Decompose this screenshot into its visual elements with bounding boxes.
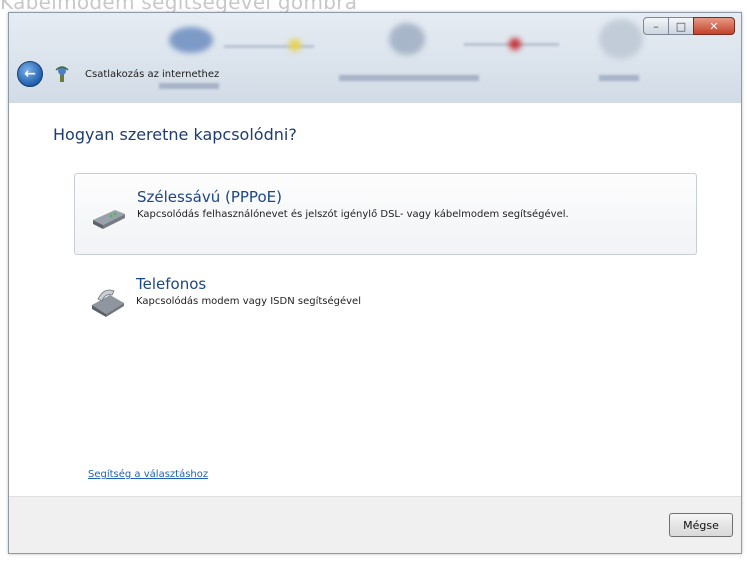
computer-graphic-icon	[169, 27, 213, 53]
footer-bar: Mégse	[9, 496, 741, 553]
window-title: Csatlakozás az internethez	[85, 68, 220, 80]
window-controls: – □ ✕	[643, 17, 735, 35]
page-heading: Hogyan szeretne kapcsolódni?	[53, 125, 297, 144]
help-choosing-link[interactable]: Segítség a választáshoz	[88, 469, 208, 480]
option-text: Telefonos Kapcsolódás modem vagy ISDN se…	[136, 275, 361, 343]
broadband-modem-icon	[89, 194, 129, 234]
option-description: Kapcsolódás modem vagy ISDN segítségével	[136, 296, 361, 307]
option-description: Kapcsolódás felhasználónevet és jelszót …	[137, 209, 569, 220]
title-bar: – □ ✕ ← Csatlakozás az internethez	[9, 13, 741, 103]
cancel-button[interactable]: Mégse	[669, 513, 733, 537]
network-wizard-icon	[53, 65, 71, 83]
maximize-button[interactable]: □	[668, 17, 694, 35]
option-title: Telefonos	[136, 275, 207, 293]
dialup-modem-icon	[88, 281, 128, 321]
connect-to-internet-window: – □ ✕ ← Csatlakozás az internethez Hogya…	[8, 12, 742, 554]
globe-graphic-icon	[599, 19, 643, 59]
minimize-button[interactable]: –	[643, 17, 669, 35]
back-arrow-icon: ←	[24, 66, 36, 82]
status-star-icon	[289, 39, 301, 51]
back-button[interactable]: ←	[17, 61, 43, 87]
wizard-content: Hogyan szeretne kapcsolódni? Szélessávú …	[9, 103, 741, 497]
option-text: Szélessávú (PPPoE) Kapcsolódás felhaszná…	[137, 188, 569, 254]
status-x-icon	[509, 38, 521, 50]
option-title: Szélessávú (PPPoE)	[137, 188, 282, 206]
nav-bar: ← Csatlakozás az internethez	[9, 61, 741, 87]
network-graphic-icon	[389, 23, 425, 55]
close-button[interactable]: ✕	[693, 17, 735, 35]
option-dialup[interactable]: Telefonos Kapcsolódás modem vagy ISDN se…	[74, 261, 697, 343]
option-broadband-pppoe[interactable]: Szélessávú (PPPoE) Kapcsolódás felhaszná…	[74, 173, 697, 255]
